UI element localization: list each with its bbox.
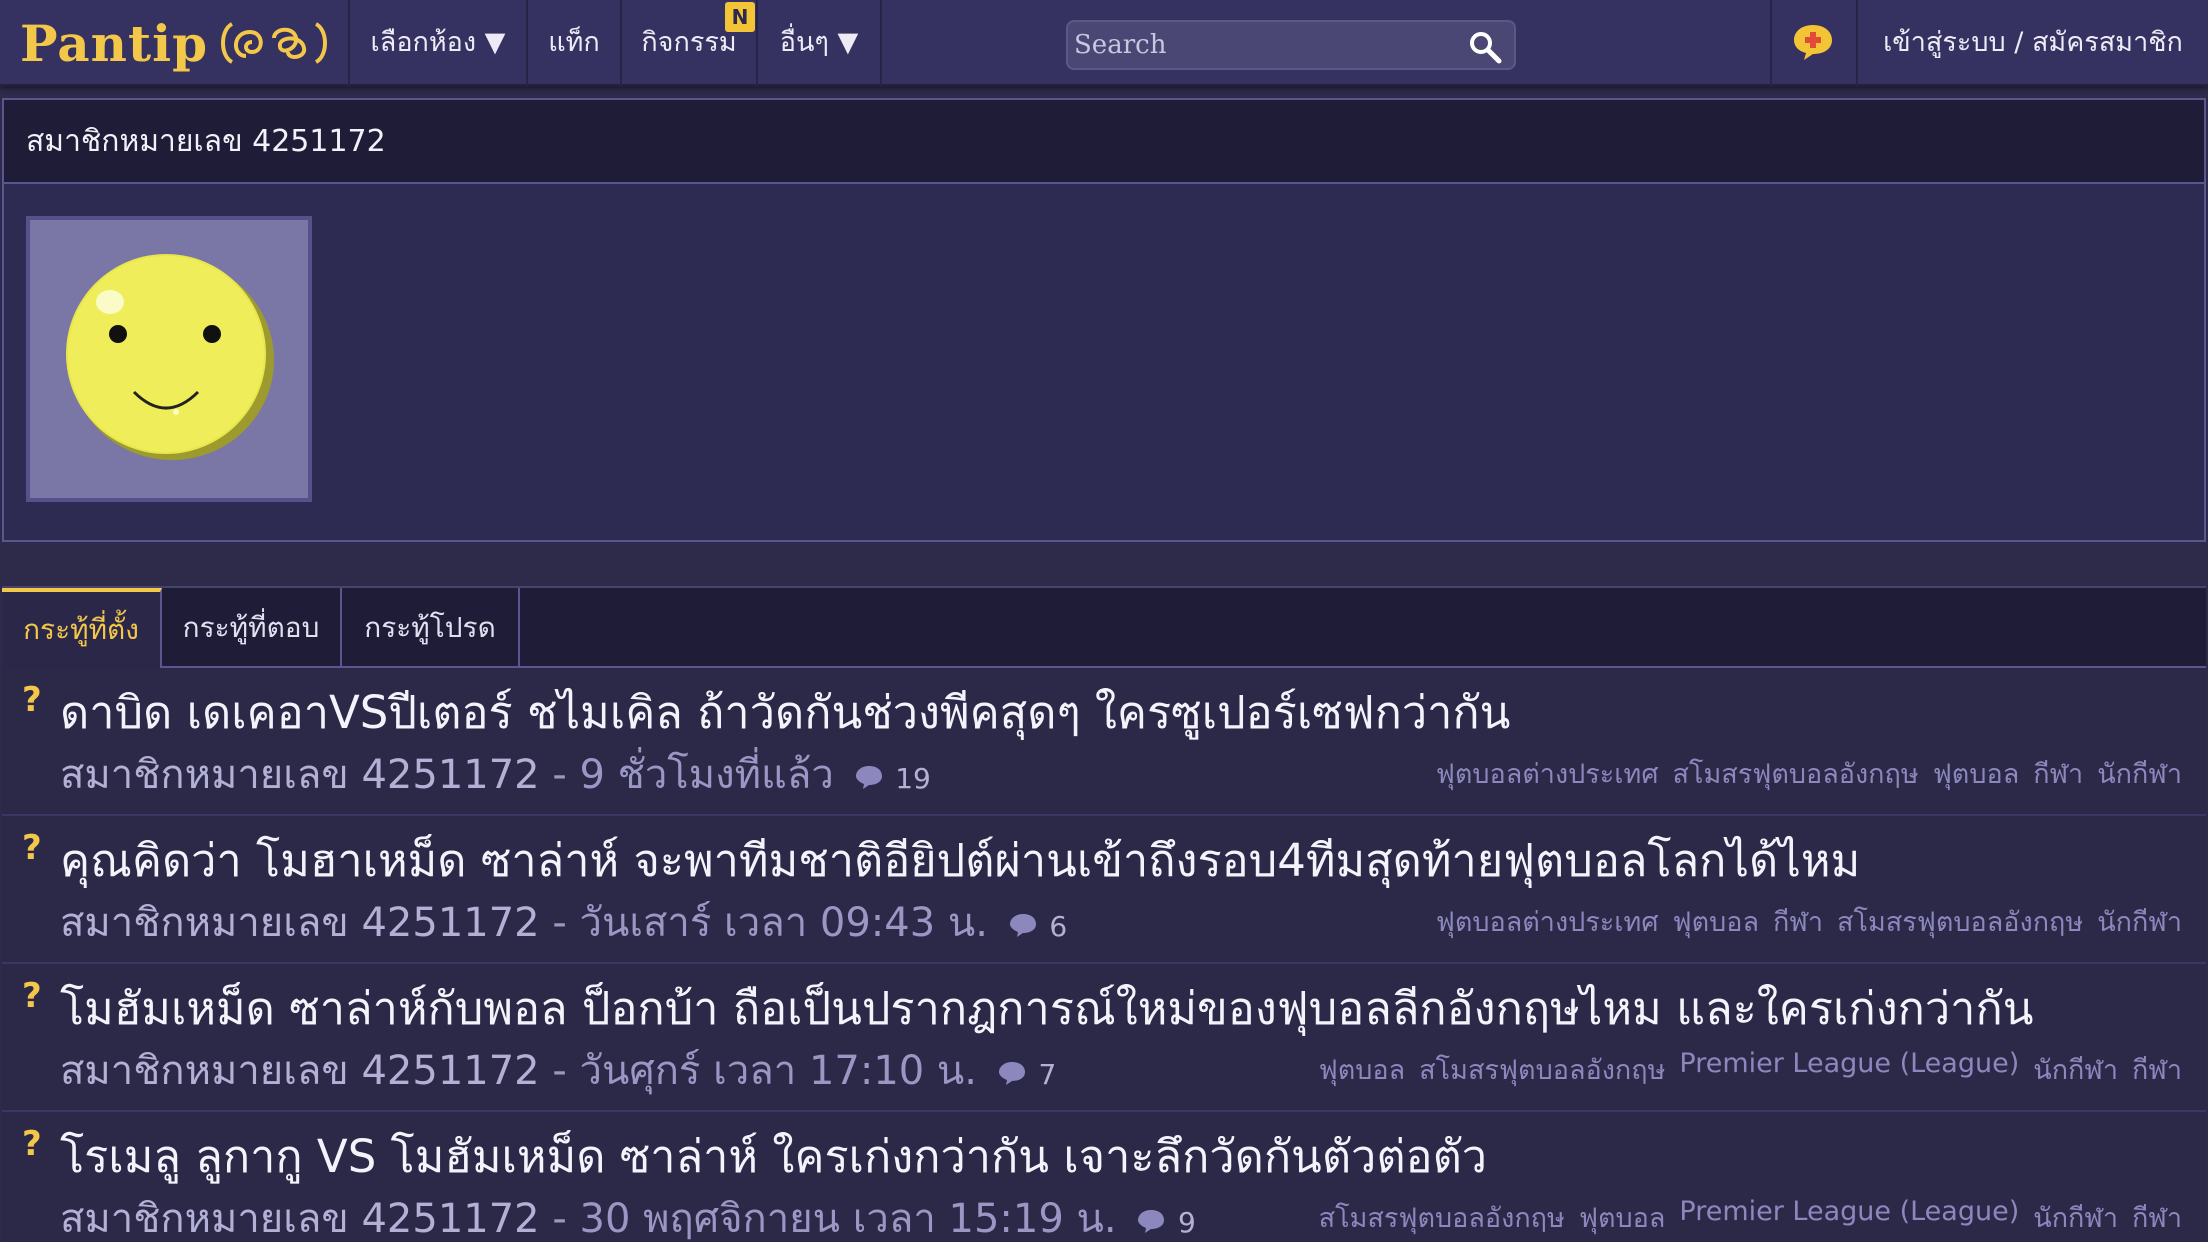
question-icon: ?	[22, 680, 42, 720]
tag-link[interactable]: นักกีฬา	[2097, 900, 2182, 943]
smiley-avatar-icon	[66, 254, 274, 460]
tag-link[interactable]: Premier League (League)	[1679, 1048, 2019, 1091]
topic-title-link[interactable]: โรเมลู ลูกากู VS โมฮัมเหม็ด ซาล่าห์ ใครเ…	[60, 1120, 1487, 1192]
tag-link[interactable]: สโมสรฟุตบอลอังกฤษ	[1319, 1196, 1565, 1239]
list-item: ? คุณคิดว่า โมฮาเหม็ด ซาล่าห์ จะพาทีมชาต…	[2, 816, 2206, 964]
nav-tags[interactable]: แท็ก	[528, 0, 620, 86]
comment-icon	[855, 766, 882, 789]
tag-link[interactable]: กีฬา	[1773, 900, 1823, 943]
nav-activities-label: กิจกรรม	[641, 27, 737, 58]
topic-author[interactable]: สมาชิกหมายเลข 4251172	[60, 1196, 540, 1242]
topic-author[interactable]: สมาชิกหมายเลข 4251172	[60, 1048, 540, 1094]
tab-replied-topics[interactable]: กระทู้ที่ตอบ	[162, 588, 342, 668]
member-profile: สมาชิกหมายเลข 4251172	[2, 98, 2206, 542]
list-item: ? โมฮัมเหม็ด ซาล่าห์กับพอล ป็อกบ้า ถือเป…	[2, 964, 2206, 1112]
topic-time: - 9 ชั่วโมงที่แล้ว	[552, 752, 834, 798]
tag-list: ฟุตบอล สโมสรฟุตบอลอังกฤษ Premier League …	[1319, 1048, 2182, 1091]
add-topic-icon[interactable]	[1792, 22, 1834, 62]
tab-created-topics[interactable]: กระทู้ที่ตั้ง	[2, 588, 162, 668]
comment-icon	[998, 1062, 1025, 1085]
topic-tabs: กระทู้ที่ตั้ง กระทู้ที่ตอบ กระทู้โปรด	[2, 586, 2206, 668]
comment-count: 19	[895, 762, 931, 795]
tab-favorite-topics[interactable]: กระทู้โปรด	[342, 588, 520, 668]
tag-link[interactable]: ฟุตบอล	[1933, 752, 2020, 795]
comment-icon	[1009, 914, 1036, 937]
tag-link[interactable]: นักกีฬา	[2033, 1196, 2118, 1239]
topic-title-link[interactable]: ดาบิด เดเคอาVSปีเตอร์ ชไมเคิล ถ้าวัดกันช…	[60, 676, 1510, 748]
new-badge: N	[725, 2, 755, 32]
topic-title-link[interactable]: โมฮัมเหม็ด ซาล่าห์กับพอล ป็อกบ้า ถือเป็น…	[60, 972, 2033, 1044]
nav-more[interactable]: อื่นๆ ▼	[758, 0, 880, 86]
search-box	[1066, 20, 1516, 70]
nav-divider	[1770, 0, 1772, 86]
search-input[interactable]	[1074, 26, 1454, 64]
pantip-logo[interactable]: Pantip	[20, 6, 330, 80]
topic-title-link[interactable]: คุณคิดว่า โมฮาเหม็ด ซาล่าห์ จะพาทีมชาติอ…	[60, 824, 1860, 896]
topic-meta: สมาชิกหมายเลข 4251172 - 30 พฤศจิกายน เวล…	[60, 1186, 1196, 1242]
tag-link[interactable]: ฟุตบอล	[1319, 1048, 1406, 1091]
question-icon: ?	[22, 976, 42, 1016]
tag-link[interactable]: กีฬา	[2132, 1196, 2182, 1239]
tag-link[interactable]: กีฬา	[2033, 752, 2083, 795]
question-icon: ?	[22, 1124, 42, 1164]
topic-time: - 30 พฤศจิกายน เวลา 15:19 น.	[552, 1196, 1117, 1242]
comment-count: 9	[1178, 1206, 1196, 1239]
tag-link[interactable]: ฟุตบอล	[1672, 900, 1759, 943]
tag-link[interactable]: ฟุตบอล	[1579, 1196, 1666, 1239]
tag-link[interactable]: สโมสรฟุตบอลอังกฤษ	[1837, 900, 2083, 943]
login-register-link[interactable]: เข้าสู่ระบบ / สมัครสมาชิก	[1858, 0, 2208, 86]
logo-text: Pantip	[20, 13, 209, 73]
member-name: สมาชิกหมายเลข 4251172	[26, 124, 386, 159]
tag-link[interactable]: นักกีฬา	[2097, 752, 2182, 795]
tag-link[interactable]: ฟุตบอลต่างประเทศ	[1436, 752, 1659, 795]
avatar	[26, 216, 312, 502]
topic-time: - วันเสาร์ เวลา 09:43 น.	[552, 900, 988, 946]
tag-link[interactable]: Premier League (League)	[1679, 1196, 2019, 1239]
tag-list: ฟุตบอลต่างประเทศ สโมสรฟุตบอลอังกฤษ ฟุตบอ…	[1436, 752, 2182, 795]
topic-list: ? ดาบิด เดเคอาVSปีเตอร์ ชไมเคิล ถ้าวัดกั…	[2, 668, 2206, 1242]
logo-mark-icon	[221, 22, 328, 64]
search-icon[interactable]	[1468, 30, 1502, 64]
topic-time: - วันศุกร์ เวลา 17:10 น.	[552, 1048, 977, 1094]
tag-link[interactable]: ฟุตบอลต่างประเทศ	[1436, 900, 1659, 943]
nav-divider	[880, 0, 882, 86]
comment-count: 7	[1038, 1058, 1057, 1091]
tag-list: สโมสรฟุตบอลอังกฤษ ฟุตบอล Premier League …	[1319, 1196, 2182, 1239]
comment-icon	[1138, 1210, 1165, 1233]
list-item: ? โรเมลู ลูกากู VS โมฮัมเหม็ด ซาล่าห์ ใค…	[2, 1112, 2206, 1242]
topic-meta: สมาชิกหมายเลข 4251172 - วันเสาร์ เวลา 09…	[60, 890, 1067, 954]
topic-meta: สมาชิกหมายเลข 4251172 - วันศุกร์ เวลา 17…	[60, 1038, 1056, 1102]
tag-link[interactable]: สโมสรฟุตบอลอังกฤษ	[1672, 752, 1918, 795]
topic-meta: สมาชิกหมายเลข 4251172 - 9 ชั่วโมงที่แล้ว…	[60, 742, 931, 806]
tag-link[interactable]: กีฬา	[2132, 1048, 2182, 1091]
nav-select-room[interactable]: เลือกห้อง ▼	[350, 0, 526, 86]
tag-list: ฟุตบอลต่างประเทศ ฟุตบอล กีฬา สโมสรฟุตบอล…	[1436, 900, 2182, 943]
top-navbar: Pantip เลือกห้อง ▼ แท็ก กิจกรรม N อื่นๆ …	[0, 0, 2208, 86]
tag-link[interactable]: นักกีฬา	[2033, 1048, 2118, 1091]
question-icon: ?	[22, 828, 42, 868]
topic-author[interactable]: สมาชิกหมายเลข 4251172	[60, 900, 540, 946]
tag-link[interactable]: สโมสรฟุตบอลอังกฤษ	[1419, 1048, 1665, 1091]
comment-count: 6	[1049, 910, 1068, 943]
list-item: ? ดาบิด เดเคอาVSปีเตอร์ ชไมเคิล ถ้าวัดกั…	[2, 668, 2206, 816]
topic-author[interactable]: สมาชิกหมายเลข 4251172	[60, 752, 540, 798]
profile-header: สมาชิกหมายเลข 4251172	[4, 100, 2204, 184]
